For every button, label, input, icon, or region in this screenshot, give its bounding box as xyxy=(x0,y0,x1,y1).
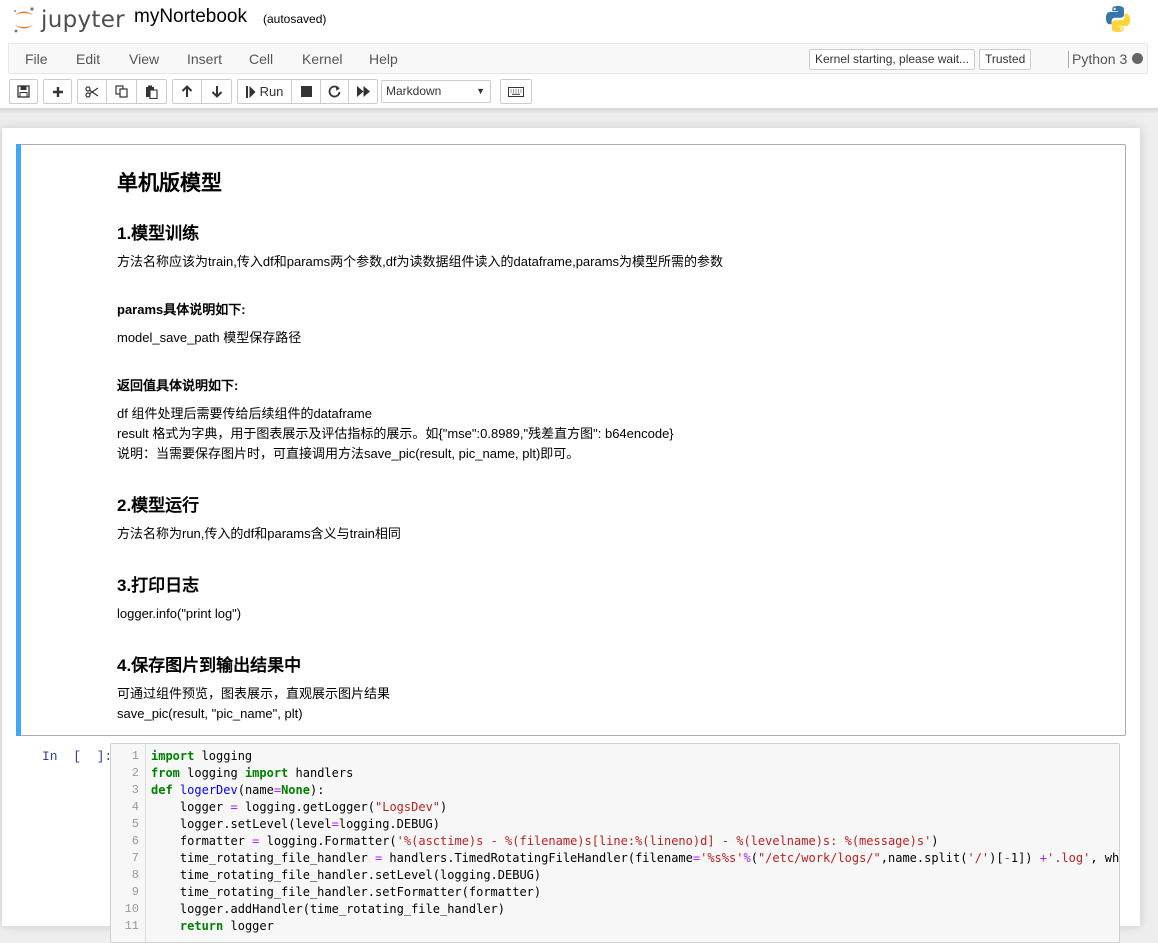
section4-code: save_pic(result, "pic_name", plt) xyxy=(117,706,303,721)
line-number-gutter: 1 2 3 4 5 6 7 8 9 10 11 xyxy=(111,744,146,942)
code-line: time_rotating_file_handler.setFormatter(… xyxy=(151,885,542,899)
fast-forward-icon xyxy=(356,86,370,97)
line-number: 4 xyxy=(131,800,139,814)
menu-cell[interactable]: Cell xyxy=(249,51,273,67)
kernel-name: Python 3 xyxy=(1072,51,1128,67)
code-editor[interactable]: 1 2 3 4 5 6 7 8 9 10 11 import logging from logging… xyxy=(110,743,1120,943)
section3-heading: 3.打印日志 xyxy=(117,576,200,595)
line-number: 8 xyxy=(131,868,139,882)
run-button[interactable]: Run xyxy=(237,79,292,104)
restart-icon xyxy=(328,85,341,98)
menu-view[interactable]: View xyxy=(129,51,159,67)
selected-cell-indicator xyxy=(16,144,21,736)
line-number: 2 xyxy=(131,766,139,780)
code-line: def logerDev(name=None): xyxy=(151,783,325,797)
code-cell[interactable]: In [ ]: 1 2 3 4 5 6 7 8 9 10 11 import logging from… xyxy=(16,740,1126,943)
paste-button[interactable] xyxy=(136,79,167,104)
markdown-cell[interactable]: 单机版模型 1.模型训练 方法名称应该为train,传入df和params两个参… xyxy=(16,144,1126,736)
cut-icon xyxy=(85,85,99,98)
interrupt-button[interactable] xyxy=(291,79,321,104)
menu-insert[interactable]: Insert xyxy=(187,51,222,67)
section4-description: 可通过组件预览，图表展示，直观展示图片结果 xyxy=(117,686,391,701)
markdown-title: 单机版模型 xyxy=(117,172,222,195)
logo-text: jupyter xyxy=(41,7,125,33)
command-palette-button[interactable] xyxy=(500,79,532,104)
section2-description: 方法名称为run,传入的df和params含义与train相同 xyxy=(117,526,401,541)
toolbar: Run Markdown ▼ xyxy=(0,78,1158,106)
copy-icon xyxy=(115,85,128,98)
line-number: 6 xyxy=(131,834,139,848)
cell-type-select[interactable]: Markdown ▼ xyxy=(381,80,491,103)
keyboard-icon xyxy=(508,86,524,97)
menu-edit[interactable]: Edit xyxy=(76,51,100,67)
header-bar: jupyter myNortebook (autosaved) xyxy=(0,0,1158,42)
code-line: logger = logging.getLogger("LogsDev") xyxy=(151,800,448,814)
code-line: formatter = logging.Formatter('%(asctime… xyxy=(151,834,939,848)
line-number: 1 xyxy=(131,749,139,763)
line-number: 9 xyxy=(131,885,139,899)
kernel-separator xyxy=(1068,51,1069,68)
line-number: 10 xyxy=(124,902,139,916)
paste-icon xyxy=(146,85,158,99)
python-logo-icon xyxy=(1103,4,1133,34)
section1-description: 方法名称应该为train,传入df和params两个参数,df为读数据组件读入的… xyxy=(117,254,724,269)
section2-heading: 2.模型运行 xyxy=(117,496,200,515)
line-number: 7 xyxy=(131,851,139,865)
menubar: File Edit View Insert Cell Kernel Help K… xyxy=(8,43,1148,74)
code-line: return logger xyxy=(179,919,274,933)
chevron-down-icon: ▼ xyxy=(476,86,485,96)
insert-cell-button[interactable] xyxy=(43,79,72,104)
menu-kernel[interactable]: Kernel xyxy=(302,51,342,67)
return-heading: 返回值具体说明如下: xyxy=(117,378,239,393)
return-line-1: df 组件处理后需要传给后续组件的dataframe xyxy=(117,406,372,421)
plus-icon xyxy=(52,86,63,97)
section3-code: logger.info("print log") xyxy=(117,606,242,621)
trusted-indicator[interactable]: Trusted xyxy=(979,49,1032,70)
header-shadow xyxy=(0,108,1158,114)
code-line: time_rotating_file_handler = handlers.Ti… xyxy=(151,851,1120,865)
params-line: model_save_path 模型保存路径 xyxy=(117,330,302,345)
restart-kernel-button[interactable] xyxy=(320,79,349,104)
section1-heading: 1.模型训练 xyxy=(117,224,200,243)
section4-heading: 4.保存图片到输出结果中 xyxy=(117,656,302,675)
notebook-name[interactable]: myNortebook xyxy=(134,6,247,28)
arrow-down-icon xyxy=(211,86,222,98)
notebook-container: 单机版模型 1.模型训练 方法名称应该为train,传入df和params两个参… xyxy=(2,128,1140,943)
stop-icon xyxy=(300,86,312,97)
restart-run-all-button[interactable] xyxy=(348,79,378,104)
params-heading: params具体说明如下: xyxy=(117,302,246,317)
line-number: 11 xyxy=(124,919,139,933)
copy-button[interactable] xyxy=(106,79,137,104)
code-line: logger.setLevel(level=logging.DEBUG) xyxy=(151,817,441,831)
jupyter-logo-icon xyxy=(12,6,36,34)
move-up-button[interactable] xyxy=(172,79,202,104)
menu-help[interactable]: Help xyxy=(369,51,398,67)
cut-button[interactable] xyxy=(77,79,107,104)
cell-type-value: Markdown xyxy=(386,84,442,98)
jupyter-logo[interactable]: jupyter xyxy=(12,4,125,36)
move-down-button[interactable] xyxy=(201,79,232,104)
header: jupyter myNortebook (autosaved) File Edi… xyxy=(0,0,1158,109)
save-button[interactable] xyxy=(9,79,38,104)
save-icon xyxy=(17,85,30,98)
code-line: time_rotating_file_handler.setLevel(logg… xyxy=(151,868,542,882)
line-number: 5 xyxy=(131,817,139,831)
menu-file[interactable]: File xyxy=(25,51,48,67)
kernel-status-indicator[interactable]: Kernel starting, please wait... xyxy=(809,49,976,70)
kernel-busy-indicator-icon xyxy=(1132,53,1143,64)
autosave-status: (autosaved) xyxy=(263,12,327,26)
code-line: logger.addHandler(time_rotating_file_han… xyxy=(151,902,506,916)
return-line-3: 说明：当需要保存图片时，可直接调用方法save_pic(result, pic_… xyxy=(117,446,580,461)
code-line: from logging import handlers xyxy=(151,766,354,780)
run-icon xyxy=(245,85,256,98)
arrow-up-icon xyxy=(181,85,193,97)
run-label: Run xyxy=(259,84,284,99)
line-number: 3 xyxy=(131,783,139,797)
return-line-2: result 格式为字典，用于图表展示及评估指标的展示。如{"mse":0.89… xyxy=(117,426,674,441)
code-line: import logging xyxy=(151,749,253,763)
input-prompt: In [ ]: xyxy=(42,749,113,764)
